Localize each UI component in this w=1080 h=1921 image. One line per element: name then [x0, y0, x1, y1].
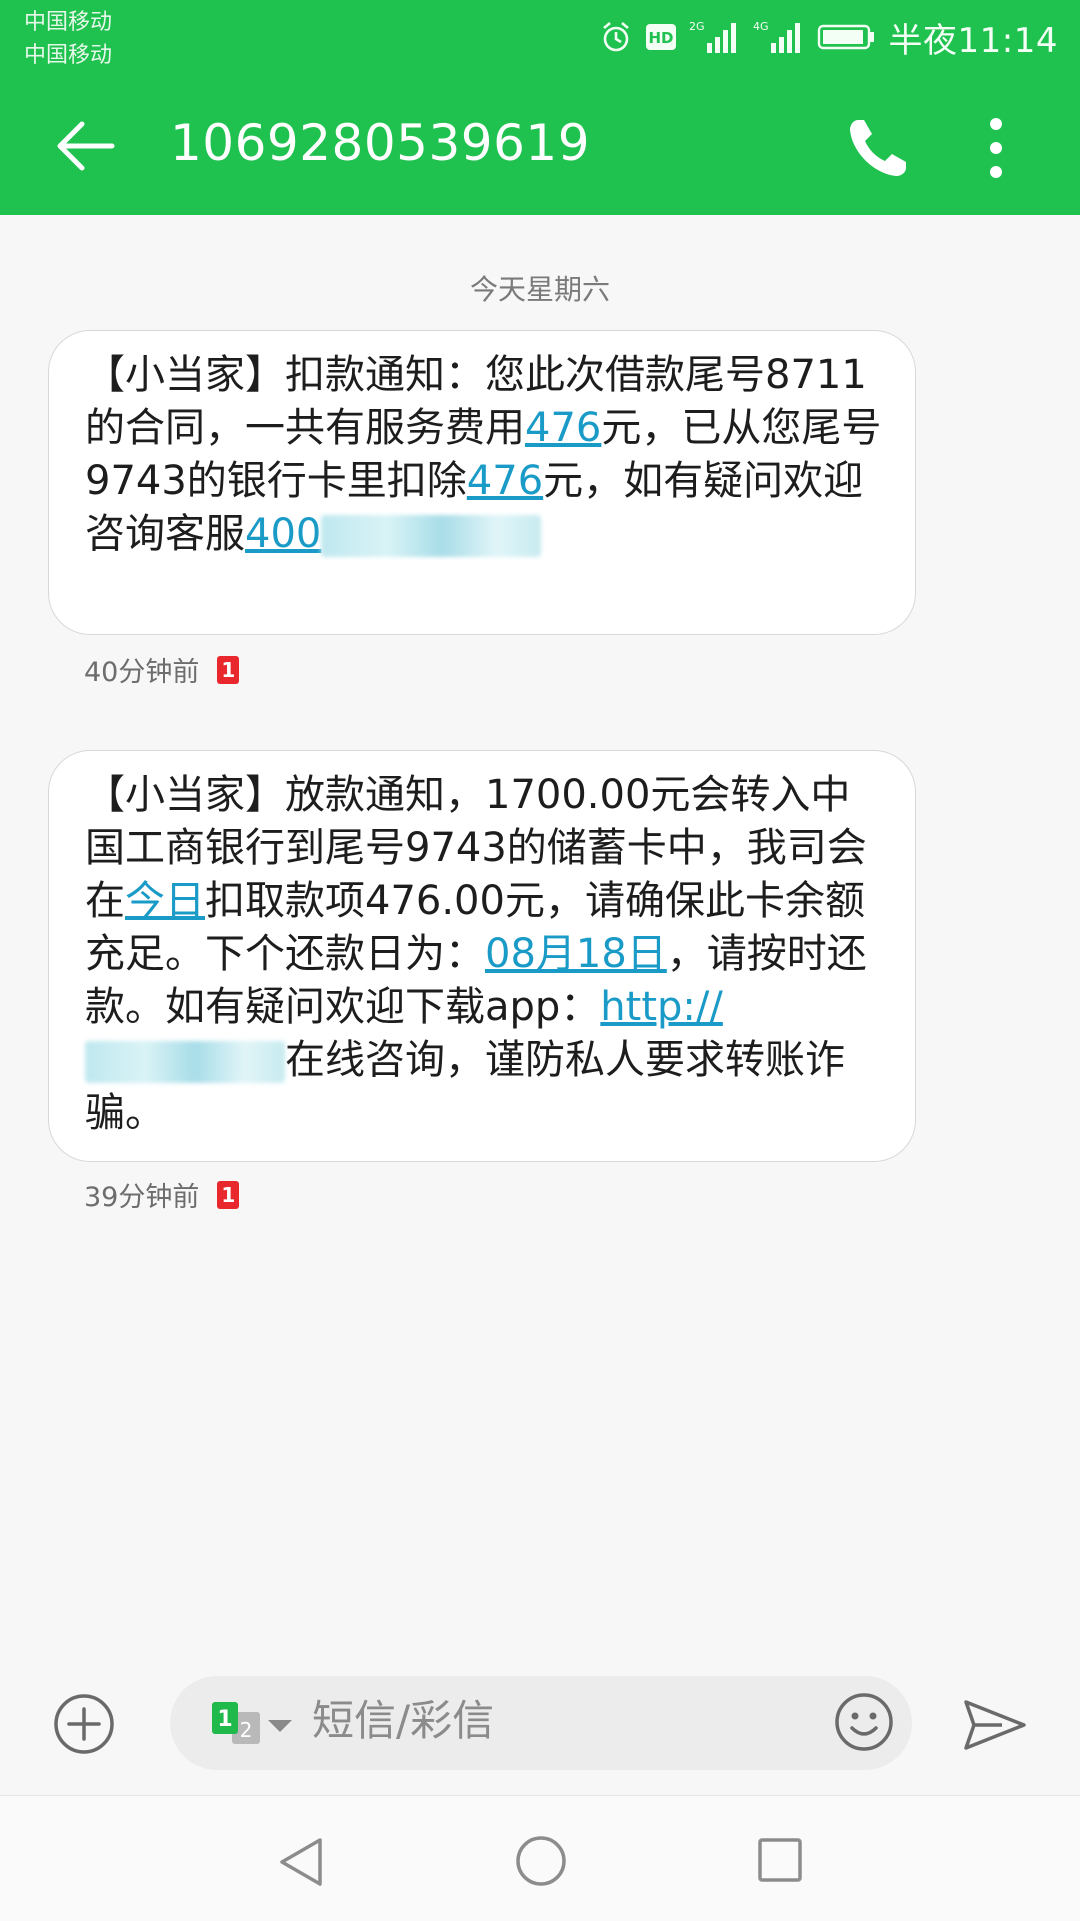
svg-text:2: 2 — [240, 1718, 253, 1742]
emoji-button[interactable] — [832, 1690, 896, 1754]
message-bubble[interactable]: 【小当家】扣款通知：您此次借款尾号8711的合同，一共有服务费用476元，已从您… — [48, 330, 916, 635]
carrier-labels: 中国移动 中国移动 — [24, 6, 112, 72]
svg-text:HD: HD — [648, 29, 673, 47]
phone-number-link[interactable]: 400 — [245, 511, 321, 557]
phone-icon — [850, 120, 906, 176]
sim-switch-button[interactable]: 2 1 — [210, 1696, 310, 1752]
more-options-button[interactable] — [972, 112, 1020, 184]
message-input-box[interactable]: 2 1 — [170, 1676, 912, 1770]
signal-4g-icon: 4G — [753, 20, 800, 53]
conversation-title: 1069280539619 — [170, 114, 591, 172]
circle-home-icon — [516, 1836, 566, 1886]
message-bubble[interactable]: 【小当家】放款通知，1700.00元会转入中国工商银行到尾号9743的储蓄卡中，… — [48, 750, 916, 1162]
redacted-url — [85, 1041, 285, 1083]
app-header: 中国移动 中国移动 HD 2G 4G 半夜11:14 1069280539619 — [0, 0, 1080, 215]
svg-text:1: 1 — [217, 1707, 232, 1732]
message-time: 39分钟前 — [84, 1182, 200, 1213]
more-vertical-icon — [990, 118, 1002, 178]
arrow-left-icon — [57, 121, 115, 171]
send-icon — [964, 1700, 1026, 1750]
sim-1-badge: 1 — [217, 655, 240, 684]
send-button[interactable] — [962, 1696, 1028, 1754]
system-navigation-bar — [0, 1795, 1080, 1921]
app-url-link[interactable]: http:// — [600, 984, 723, 1030]
call-button[interactable] — [842, 112, 914, 184]
add-attachment-button[interactable] — [52, 1692, 116, 1756]
carrier-2-label: 中国移动 — [24, 43, 113, 68]
date-separator: 今天星期六 — [469, 273, 610, 306]
date-link[interactable]: 今日 — [125, 878, 205, 924]
smiley-icon — [835, 1693, 893, 1751]
dual-sim-icon: 2 1 — [212, 1702, 292, 1744]
message-input[interactable] — [312, 1696, 732, 1745]
nav-recent-apps-button[interactable] — [756, 1836, 804, 1884]
hd-icon: HD — [645, 24, 676, 50]
status-icons: HD 2G 4G 半夜11:14 — [599, 12, 1058, 62]
date-link[interactable]: 08月18日 — [485, 931, 667, 977]
message-time: 40分钟前 — [84, 657, 200, 688]
triangle-back-icon — [280, 1838, 322, 1886]
battery-icon — [817, 24, 874, 50]
svg-text:4G: 4G — [753, 20, 769, 33]
message-meta: 39分钟前 1 — [84, 1175, 240, 1214]
alarm-icon — [602, 22, 629, 52]
message-composer: 2 1 — [0, 1640, 1080, 1800]
plus-circle-icon — [54, 1694, 114, 1754]
nav-home-button[interactable] — [514, 1834, 568, 1888]
sim-1-badge: 1 — [217, 1180, 240, 1209]
back-button[interactable] — [52, 112, 120, 180]
square-recents-icon — [758, 1838, 802, 1882]
carrier-1-label: 中国移动 — [24, 10, 113, 35]
amount-link[interactable]: 476 — [525, 405, 601, 451]
signal-2g-icon: 2G — [689, 20, 736, 53]
message-meta: 40分钟前 1 — [84, 650, 240, 689]
nav-back-button[interactable] — [276, 1834, 326, 1890]
redacted-phone-number — [321, 515, 542, 557]
svg-text:2G: 2G — [689, 20, 705, 33]
status-time: 半夜11:14 — [888, 20, 1058, 61]
amount-link[interactable]: 476 — [467, 458, 543, 504]
